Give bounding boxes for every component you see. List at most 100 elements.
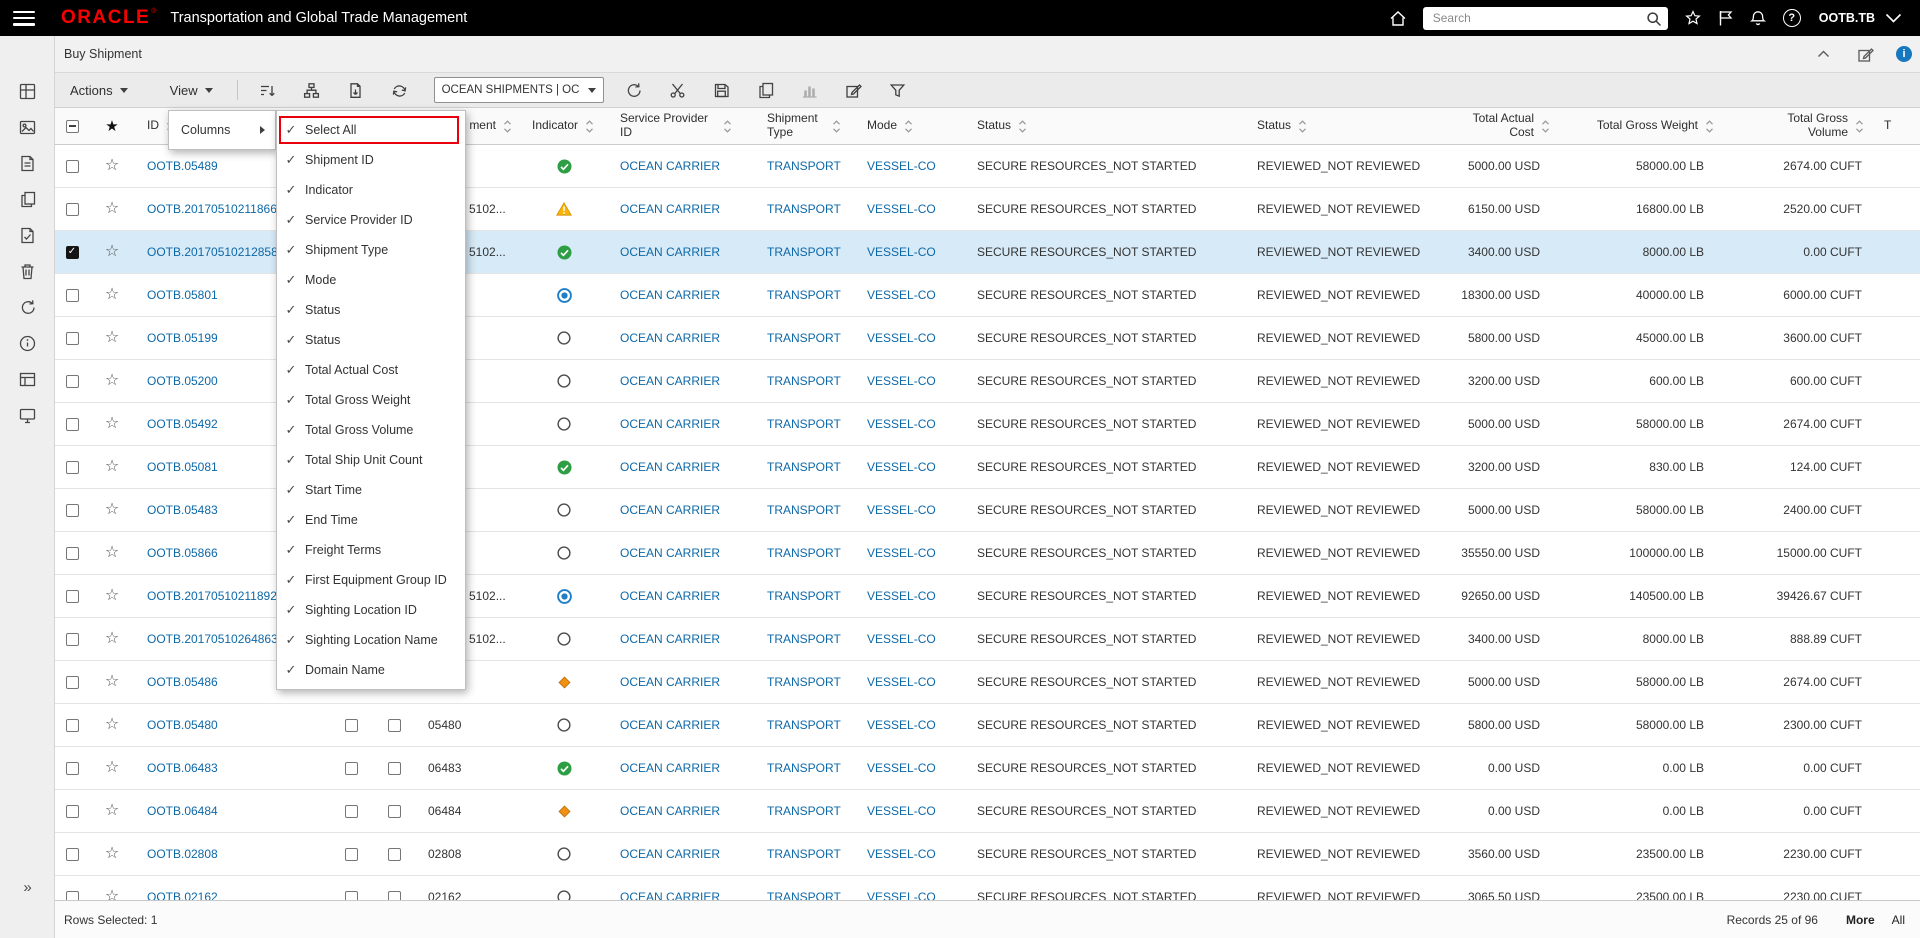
- cell-shipment-type-link[interactable]: TRANSPORT: [767, 718, 841, 732]
- menu-item-columns[interactable]: Columns: [169, 115, 275, 145]
- sort-icon[interactable]: [1541, 119, 1550, 134]
- cell-mode-link[interactable]: VESSEL-CO: [867, 546, 936, 560]
- cell-shipment-type-link[interactable]: TRANSPORT: [767, 632, 841, 646]
- shipment-id-link[interactable]: OOTB.06484: [147, 804, 218, 818]
- row-flag1-checkbox[interactable]: [345, 719, 358, 732]
- cell-mode-link[interactable]: VESSEL-CO: [867, 460, 936, 474]
- columns-menu-item-total-gross-weight[interactable]: ✓Total Gross Weight: [277, 385, 465, 415]
- user-chevron-down-icon[interactable]: [1885, 13, 1902, 24]
- cell-service-provider-link[interactable]: OCEAN CARRIER: [620, 159, 720, 173]
- cell-service-provider-link[interactable]: OCEAN CARRIER: [620, 460, 720, 474]
- cell-service-provider-link[interactable]: OCEAN CARRIER: [620, 847, 720, 861]
- column-header-volume[interactable]: Total Gross Volume: [1722, 108, 1872, 144]
- row-flag1-checkbox[interactable]: [345, 848, 358, 861]
- star-icon[interactable]: ☆: [105, 373, 119, 389]
- sort-icon[interactable]: [1855, 119, 1864, 134]
- workbench-icon[interactable]: [0, 73, 55, 109]
- row-checkbox[interactable]: [66, 633, 79, 646]
- column-header-weight[interactable]: Total Gross Weight: [1558, 108, 1722, 144]
- refresh-icon[interactable]: [0, 289, 55, 325]
- table-row-OOTB.02808[interactable]: ☆OOTB.0280802808OCEAN CARRIERTRANSPORTVE…: [55, 833, 1920, 876]
- document-icon[interactable]: [0, 145, 55, 181]
- sort-icon[interactable]: [904, 119, 913, 134]
- row-checkbox[interactable]: [66, 504, 79, 517]
- row-checkbox[interactable]: [66, 246, 79, 259]
- row-checkbox[interactable]: [66, 676, 79, 689]
- row-checkbox[interactable]: [66, 418, 79, 431]
- cell-service-provider-link[interactable]: OCEAN CARRIER: [620, 288, 720, 302]
- shipment-id-link[interactable]: OOTB.20170510211866: [147, 202, 277, 216]
- cell-mode-link[interactable]: VESSEL-CO: [867, 202, 936, 216]
- row-checkbox[interactable]: [66, 461, 79, 474]
- columns-menu-item-start-time[interactable]: ✓Start Time: [277, 475, 465, 505]
- row-checkbox[interactable]: [66, 160, 79, 173]
- star-icon[interactable]: ☆: [105, 717, 119, 733]
- sort-columns-icon[interactable]: [253, 76, 283, 104]
- column-header-shipment_type[interactable]: Shipment Type: [755, 108, 855, 144]
- shipment-id-link[interactable]: OOTB.05483: [147, 503, 218, 517]
- cell-mode-link[interactable]: VESSEL-CO: [867, 245, 936, 259]
- columns-menu-item-status[interactable]: ✓Status: [277, 325, 465, 355]
- star-icon[interactable]: ☆: [105, 330, 119, 346]
- cell-shipment-type-link[interactable]: TRANSPORT: [767, 374, 841, 388]
- shipment-id-link[interactable]: OOTB.05866: [147, 546, 218, 560]
- row-flag2-checkbox[interactable]: [388, 891, 401, 901]
- shipment-id-link[interactable]: OOTB.05486: [147, 675, 218, 689]
- shipment-id-link[interactable]: OOTB.20170510212858: [147, 245, 278, 259]
- export-document-icon[interactable]: [341, 76, 371, 104]
- shipment-id-link[interactable]: OOTB.20170510211892: [147, 589, 277, 603]
- cell-shipment-type-link[interactable]: TRANSPORT: [767, 503, 841, 517]
- row-checkbox[interactable]: [66, 719, 79, 732]
- monitor-icon[interactable]: [0, 397, 55, 433]
- row-checkbox[interactable]: [66, 891, 79, 901]
- trash-icon[interactable]: [0, 253, 55, 289]
- column-header-status1[interactable]: Status: [965, 108, 1245, 144]
- shipment-id-link[interactable]: OOTB.05199: [147, 331, 218, 345]
- cell-service-provider-link[interactable]: OCEAN CARRIER: [620, 675, 720, 689]
- cell-shipment-type-link[interactable]: TRANSPORT: [767, 288, 841, 302]
- sort-icon[interactable]: [1298, 119, 1307, 134]
- cell-shipment-type-link[interactable]: TRANSPORT: [767, 675, 841, 689]
- row-flag2-checkbox[interactable]: [388, 719, 401, 732]
- collapse-chevron-icon[interactable]: [1812, 43, 1834, 65]
- table-row-OOTB.06484[interactable]: ☆OOTB.0648406484OCEAN CARRIERTRANSPORTVE…: [55, 790, 1920, 833]
- star-icon[interactable]: ☆: [105, 846, 119, 862]
- row-flag1-checkbox[interactable]: [345, 891, 358, 901]
- star-icon[interactable]: ☆: [105, 803, 119, 819]
- cell-service-provider-link[interactable]: OCEAN CARRIER: [620, 761, 720, 775]
- star-icon[interactable]: ☆: [105, 674, 119, 690]
- row-flag1-checkbox[interactable]: [345, 805, 358, 818]
- cell-mode-link[interactable]: VESSEL-CO: [867, 159, 936, 173]
- row-flag1-checkbox[interactable]: [345, 762, 358, 775]
- row-flag2-checkbox[interactable]: [388, 848, 401, 861]
- cell-mode-link[interactable]: VESSEL-CO: [867, 847, 936, 861]
- cell-mode-link[interactable]: VESSEL-CO: [867, 331, 936, 345]
- copy-icon[interactable]: [751, 76, 781, 104]
- row-checkbox[interactable]: [66, 203, 79, 216]
- shipment-id-link[interactable]: OOTB.06483: [147, 761, 218, 775]
- cycle-icon[interactable]: [385, 76, 415, 104]
- cell-mode-link[interactable]: VESSEL-CO: [867, 632, 936, 646]
- columns-menu-item-indicator[interactable]: ✓Indicator: [277, 175, 465, 205]
- cell-service-provider-link[interactable]: OCEAN CARRIER: [620, 374, 720, 388]
- cell-shipment-type-link[interactable]: TRANSPORT: [767, 245, 841, 259]
- row-checkbox[interactable]: [66, 332, 79, 345]
- cell-service-provider-link[interactable]: OCEAN CARRIER: [620, 202, 720, 216]
- filter-icon[interactable]: [883, 76, 913, 104]
- sort-icon[interactable]: [1018, 119, 1027, 134]
- star-icon[interactable]: ☆: [105, 244, 119, 260]
- table-row-OOTB.02162[interactable]: ☆OOTB.0216202162OCEAN CARRIERTRANSPORTVE…: [55, 876, 1920, 900]
- cell-shipment-type-link[interactable]: TRANSPORT: [767, 890, 841, 900]
- cell-shipment-type-link[interactable]: TRANSPORT: [767, 761, 841, 775]
- sort-icon[interactable]: [503, 119, 512, 134]
- columns-menu-item-shipment-id[interactable]: ✓Shipment ID: [277, 145, 465, 175]
- columns-menu-item-select-all[interactable]: ✓Select All: [277, 115, 465, 145]
- more-link[interactable]: More: [1846, 913, 1875, 927]
- row-checkbox[interactable]: [66, 590, 79, 603]
- sort-icon[interactable]: [1705, 119, 1714, 134]
- select-all-checkbox[interactable]: [66, 120, 79, 133]
- star-icon[interactable]: ☆: [105, 416, 119, 432]
- columns-menu-item-freight-terms[interactable]: ✓Freight Terms: [277, 535, 465, 565]
- hamburger-menu-icon[interactable]: [13, 11, 35, 26]
- all-link[interactable]: All: [1892, 913, 1905, 927]
